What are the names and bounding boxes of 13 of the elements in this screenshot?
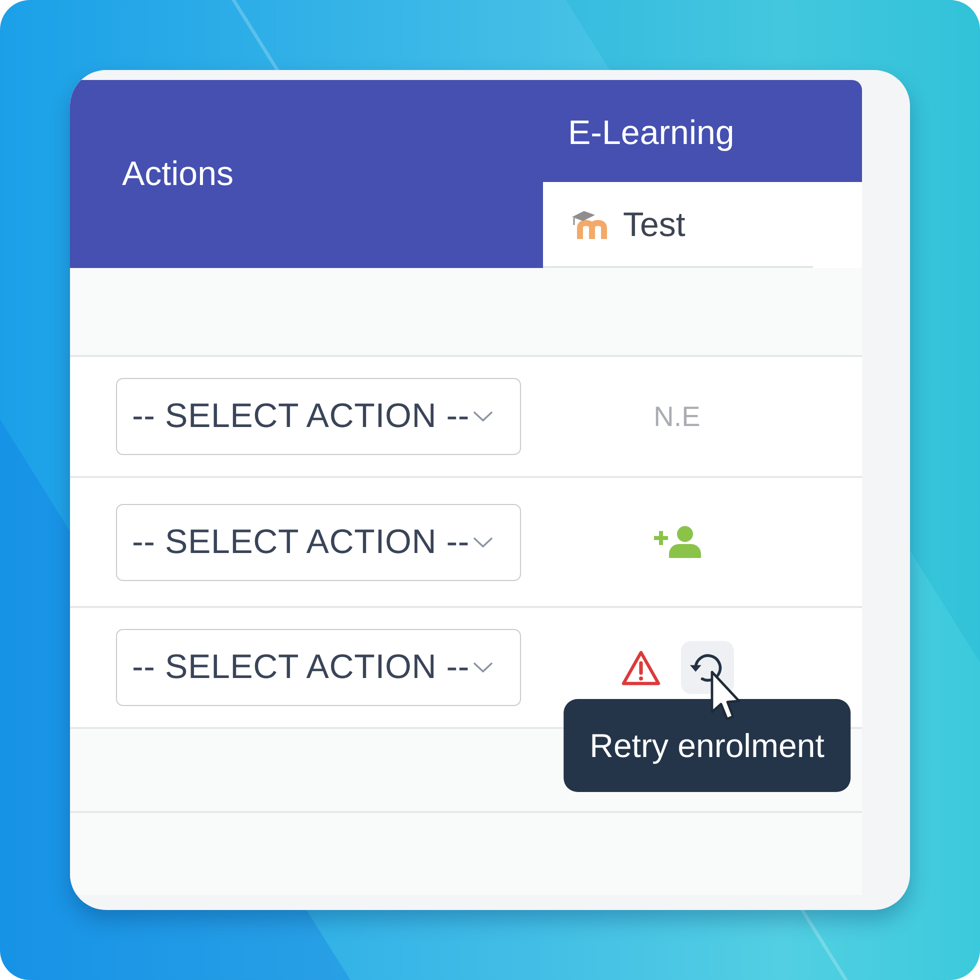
- retry-button[interactable]: [680, 641, 734, 694]
- chevron-down-icon: [472, 662, 493, 673]
- action-select[interactable]: -- SELECT ACTION --: [116, 504, 521, 580]
- column-header: Test: [623, 206, 686, 244]
- column-group-header: E-Learning: [542, 80, 862, 182]
- column-header: Actions: [70, 80, 542, 268]
- action-select[interactable]: -- SELECT ACTION --: [116, 378, 521, 455]
- chevron-down-icon: [472, 411, 493, 422]
- action-select[interactable]: -- SELECT ACTION --: [116, 629, 521, 706]
- tooltip: Retry enrolment: [564, 699, 850, 792]
- chevron-down-icon: [472, 536, 493, 548]
- warning-icon: [620, 650, 660, 686]
- status-text: N.E: [654, 400, 700, 432]
